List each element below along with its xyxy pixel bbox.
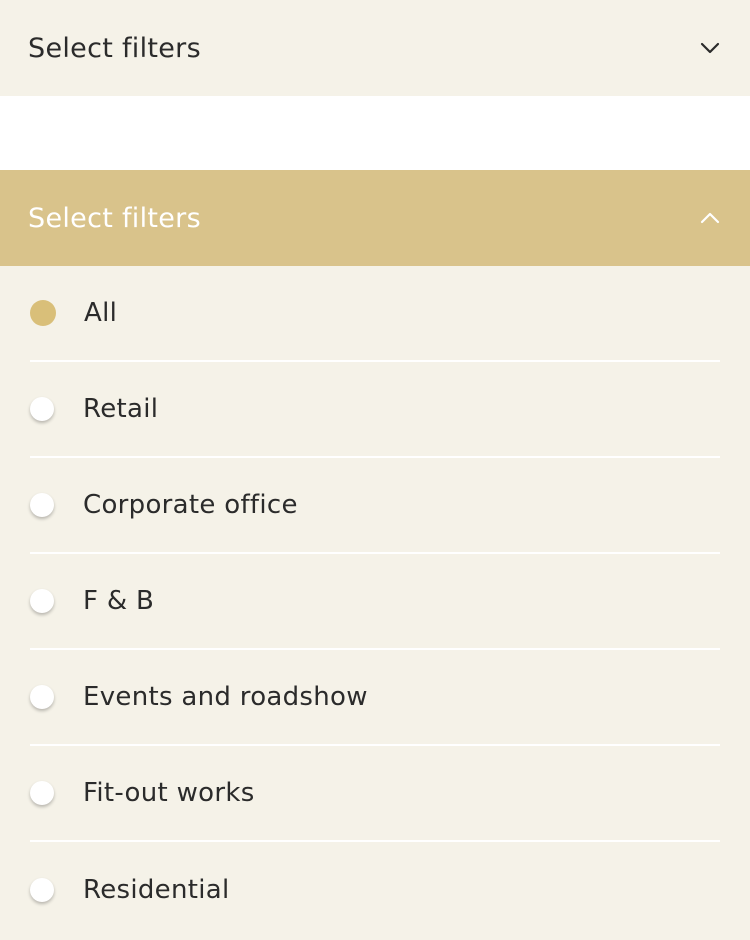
filter-option-all[interactable]: All: [30, 266, 720, 362]
filter-option-label: F & B: [83, 586, 155, 616]
radio-selected-icon[interactable]: [30, 300, 56, 326]
filter-option-fit-out-works[interactable]: Fit-out works: [30, 746, 720, 842]
radio-unselected-icon[interactable]: [30, 878, 54, 902]
filter-option-residential[interactable]: Residential: [30, 842, 720, 938]
radio-unselected-icon[interactable]: [30, 493, 54, 517]
filter-dropdown-label: Select filters: [28, 202, 201, 234]
filter-option-label: All: [84, 298, 118, 328]
chevron-down-icon[interactable]: [698, 36, 722, 60]
radio-unselected-icon[interactable]: [30, 685, 54, 709]
section-spacer: [0, 96, 750, 170]
filter-option-label: Events and roadshow: [83, 682, 368, 712]
filter-option-f-and-b[interactable]: F & B: [30, 554, 720, 650]
filter-dropdown-collapsed[interactable]: Select filters: [0, 0, 750, 96]
radio-unselected-icon[interactable]: [30, 589, 54, 613]
filter-option-retail[interactable]: Retail: [30, 362, 720, 458]
radio-unselected-icon[interactable]: [30, 397, 54, 421]
filter-option-corporate-office[interactable]: Corporate office: [30, 458, 720, 554]
filter-dropdown-label: Select filters: [28, 32, 201, 64]
filter-option-label: Retail: [83, 394, 159, 424]
filter-dropdown-expanded[interactable]: Select filters: [0, 170, 750, 266]
filter-option-label: Corporate office: [83, 490, 298, 520]
chevron-up-icon[interactable]: [698, 206, 722, 230]
filter-option-events-and-roadshow[interactable]: Events and roadshow: [30, 650, 720, 746]
radio-unselected-icon[interactable]: [30, 781, 54, 805]
filter-option-label: Fit-out works: [83, 778, 255, 808]
filter-options-list: All Retail Corporate office F & B Events…: [0, 266, 750, 940]
filter-option-label: Residential: [83, 875, 230, 905]
